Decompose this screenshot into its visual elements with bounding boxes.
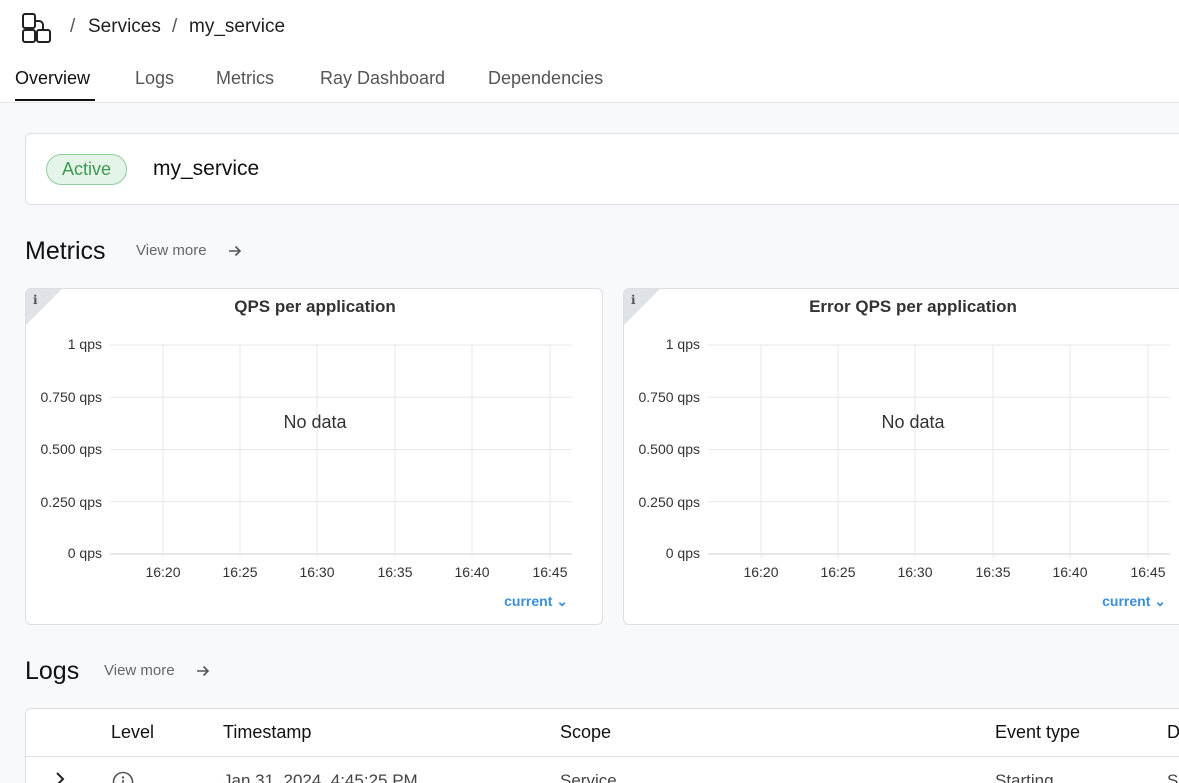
x-tick-label: 16:20 xyxy=(145,564,181,580)
y-tick-label: 0.500 qps xyxy=(40,441,103,457)
column-header-timestamp[interactable]: Timestamp xyxy=(223,722,311,743)
logs-table: Level Timestamp Scope Event type D Jan 3… xyxy=(25,708,1179,783)
metrics-view-more-link[interactable]: View more xyxy=(136,242,207,259)
x-tick-label: 16:45 xyxy=(1130,564,1166,580)
column-header-d[interactable]: D xyxy=(1167,722,1179,743)
time-range-label: current xyxy=(1102,593,1151,609)
chevron-right-icon[interactable] xyxy=(52,771,68,783)
y-tick-label: 0.250 qps xyxy=(638,494,701,510)
arrow-right-icon[interactable] xyxy=(195,663,211,679)
column-header-event-type[interactable]: Event type xyxy=(995,722,1080,743)
y-tick-label: 1 qps xyxy=(67,336,102,352)
y-tick-label: 0.250 qps xyxy=(40,494,103,510)
y-tick-label: 1 qps xyxy=(665,336,700,352)
table-header-divider xyxy=(26,756,1179,757)
top-bar: / Services / my_service Overview Logs Me… xyxy=(0,0,1179,103)
y-tick-label: 0.750 qps xyxy=(40,389,103,405)
x-tick-label: 16:40 xyxy=(454,564,490,580)
no-data-message: No data xyxy=(283,412,347,432)
qps-chart-panel: i QPS per application 1 qps 0.750 qps 0.… xyxy=(25,288,603,625)
error-qps-chart-panel: i Error QPS per application 1 qps 0.750 … xyxy=(623,288,1179,625)
time-range-label: current xyxy=(504,593,553,609)
y-tick-label: 0.750 qps xyxy=(638,389,701,405)
breadcrumb-separator: / xyxy=(172,16,178,37)
time-range-selector[interactable]: current ⌄ xyxy=(504,593,568,610)
x-tick-label: 16:35 xyxy=(975,564,1011,580)
metrics-section-title: Metrics xyxy=(25,237,106,265)
active-tab-indicator xyxy=(15,99,95,101)
service-name: my_service xyxy=(153,157,260,180)
x-tick-label: 16:45 xyxy=(532,564,568,580)
x-tick-label: 16:20 xyxy=(743,564,779,580)
info-circle-icon xyxy=(112,771,134,783)
y-tick-label: 0.500 qps xyxy=(638,441,701,457)
log-d: S xyxy=(1167,771,1179,783)
x-tick-label: 16:30 xyxy=(299,564,335,580)
y-tick-label: 0 qps xyxy=(67,545,102,561)
tab-logs[interactable]: Logs xyxy=(135,68,174,89)
no-data-message: No data xyxy=(881,412,945,432)
time-range-selector[interactable]: current ⌄ xyxy=(1102,593,1166,610)
logs-section-title: Logs xyxy=(25,657,80,685)
x-tick-label: 16:25 xyxy=(222,564,258,580)
breadcrumb-current[interactable]: my_service xyxy=(189,16,285,38)
x-tick-label: 16:35 xyxy=(377,564,413,580)
x-tick-label: 16:40 xyxy=(1052,564,1088,580)
chevron-down-icon: ⌄ xyxy=(556,593,568,609)
log-event-type: Starting xyxy=(995,771,1054,783)
column-header-level[interactable]: Level xyxy=(111,722,154,743)
status-badge: Active xyxy=(46,154,128,185)
service-status-card: Active my_service xyxy=(25,133,1179,205)
tab-dependencies[interactable]: Dependencies xyxy=(488,68,603,89)
app-logo-icon[interactable] xyxy=(22,13,52,43)
log-scope: Service xyxy=(560,771,617,783)
column-header-scope[interactable]: Scope xyxy=(560,722,611,743)
tab-metrics[interactable]: Metrics xyxy=(216,68,274,89)
arrow-right-icon[interactable] xyxy=(227,243,243,259)
logs-view-more-link[interactable]: View more xyxy=(104,662,175,679)
tab-overview[interactable]: Overview xyxy=(15,68,90,89)
chevron-down-icon: ⌄ xyxy=(1154,593,1166,609)
log-timestamp: Jan 31, 2024, 4:45:25 PM xyxy=(223,771,418,783)
x-tick-label: 16:30 xyxy=(897,564,933,580)
breadcrumb-services[interactable]: Services xyxy=(88,16,161,38)
tab-ray-dashboard[interactable]: Ray Dashboard xyxy=(320,68,445,89)
breadcrumb-separator: / xyxy=(70,16,76,37)
y-tick-label: 0 qps xyxy=(665,545,700,561)
x-tick-label: 16:25 xyxy=(820,564,856,580)
